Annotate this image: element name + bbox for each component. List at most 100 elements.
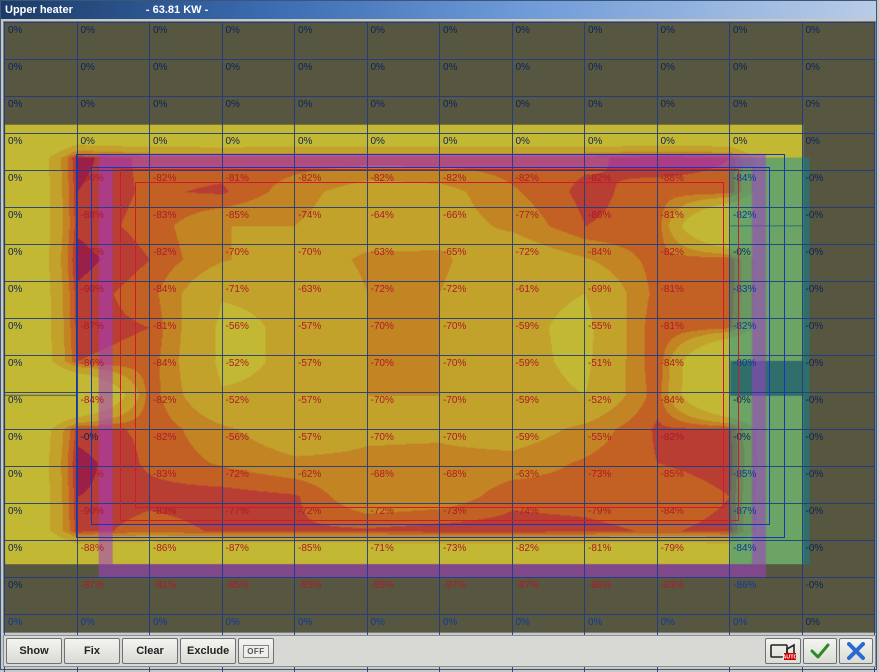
zone-cell[interactable]: 0% (77, 97, 150, 134)
zone-cell[interactable]: -72% (295, 504, 368, 541)
zone-cell[interactable]: 0% (440, 60, 513, 97)
confirm-button[interactable] (803, 638, 837, 664)
zone-cell[interactable]: 0% (730, 23, 803, 60)
zone-cell[interactable]: 0% (585, 23, 658, 60)
zone-cell[interactable]: -69% (585, 282, 658, 319)
zone-cell[interactable]: 0% (512, 134, 585, 171)
zone-cell[interactable]: -85% (295, 541, 368, 578)
zone-cell[interactable]: -81% (150, 319, 223, 356)
zone-cell[interactable]: -63% (512, 467, 585, 504)
zone-cell[interactable]: -0% (802, 578, 875, 615)
zone-cell[interactable]: -85% (222, 578, 295, 615)
zone-cell[interactable]: -83% (657, 578, 730, 615)
zone-cell[interactable]: 0% (657, 23, 730, 60)
zone-cell[interactable]: -73% (440, 541, 513, 578)
zone-cell[interactable]: -72% (367, 282, 440, 319)
fix-button[interactable]: Fix (64, 638, 120, 664)
zone-cell[interactable]: -57% (295, 430, 368, 467)
clear-button[interactable]: Clear (122, 638, 178, 664)
exclude-button[interactable]: Exclude (180, 638, 236, 664)
zone-cell[interactable]: -84% (657, 393, 730, 430)
zone-cell[interactable]: 0% (5, 60, 78, 97)
zone-cell[interactable]: -51% (585, 356, 658, 393)
zone-cell[interactable]: 0% (512, 97, 585, 134)
zone-cell[interactable]: -90% (77, 504, 150, 541)
zone-cell[interactable]: 0% (150, 60, 223, 97)
zone-cell[interactable]: -0% (802, 541, 875, 578)
zone-cell[interactable]: -74% (512, 504, 585, 541)
zone-cell[interactable]: -82% (512, 541, 585, 578)
zone-cell[interactable]: 0% (222, 134, 295, 171)
zone-cell[interactable]: 0% (77, 134, 150, 171)
zone-cell[interactable]: 0% (367, 60, 440, 97)
zone-cell[interactable]: -56% (222, 430, 295, 467)
zone-cell[interactable]: 0% (5, 282, 78, 319)
zone-cell[interactable]: 0% (367, 97, 440, 134)
zone-cell[interactable]: 0% (295, 97, 368, 134)
zone-cell[interactable]: -55% (585, 430, 658, 467)
zone-cell[interactable]: -70% (367, 319, 440, 356)
zone-cell[interactable]: -82% (150, 245, 223, 282)
zone-cell[interactable]: -90% (77, 282, 150, 319)
zone-cell[interactable]: -85% (367, 578, 440, 615)
zone-cell[interactable]: -88% (77, 208, 150, 245)
zone-cell[interactable]: -82% (150, 430, 223, 467)
zone-cell[interactable]: -68% (367, 467, 440, 504)
zone-cell[interactable]: 0% (585, 60, 658, 97)
zone-cell[interactable]: -83% (150, 504, 223, 541)
zone-cell[interactable]: 0% (440, 97, 513, 134)
zone-cell[interactable]: -84% (77, 393, 150, 430)
zone-cell[interactable]: 0% (222, 97, 295, 134)
off-toggle[interactable]: OFF (238, 638, 274, 664)
zone-cell[interactable]: -72% (512, 245, 585, 282)
zone-cell[interactable]: 0% (150, 134, 223, 171)
zone-cell[interactable]: 0% (5, 504, 78, 541)
zone-cell[interactable]: -85% (295, 578, 368, 615)
zone-cell[interactable]: -70% (222, 245, 295, 282)
zone-cell[interactable]: 0% (5, 541, 78, 578)
zone-cell[interactable]: -0% (802, 319, 875, 356)
zone-cell[interactable]: -80% (730, 356, 803, 393)
zone-cell[interactable]: -81% (657, 282, 730, 319)
zone-cell[interactable]: 0% (730, 60, 803, 97)
zone-cell[interactable]: -87% (77, 578, 150, 615)
zone-cell[interactable]: 0% (77, 23, 150, 60)
zone-cell[interactable]: 0% (512, 60, 585, 97)
zone-grid[interactable]: 0%0%0%0%0%0%0%0%0%0%0%0%0%0%0%0%0%0%0%0%… (4, 22, 875, 672)
zone-cell[interactable]: -84% (150, 282, 223, 319)
zone-cell[interactable]: -0% (802, 171, 875, 208)
zone-cell[interactable]: 0% (367, 134, 440, 171)
zone-cell[interactable]: 0% (802, 134, 875, 171)
zone-cell[interactable]: -87% (222, 541, 295, 578)
zone-cell[interactable]: 0% (585, 97, 658, 134)
zone-cell[interactable]: -68% (440, 467, 513, 504)
zone-cell[interactable]: -81% (657, 208, 730, 245)
zone-cell[interactable]: -0% (802, 208, 875, 245)
zone-cell[interactable]: -82% (440, 171, 513, 208)
zone-cell[interactable]: -64% (367, 208, 440, 245)
zone-cell[interactable]: -59% (512, 319, 585, 356)
zone-cell[interactable]: 0% (5, 467, 78, 504)
zone-cell[interactable]: -83% (150, 467, 223, 504)
zone-cell[interactable]: -66% (440, 208, 513, 245)
zone-cell[interactable]: -82% (585, 171, 658, 208)
zone-cell[interactable]: 0% (5, 245, 78, 282)
zone-cell[interactable]: -86% (77, 467, 150, 504)
zone-cell[interactable]: 0% (222, 23, 295, 60)
zone-cell[interactable]: -72% (367, 504, 440, 541)
zone-cell[interactable]: -0% (730, 393, 803, 430)
zone-cell[interactable]: -84% (730, 171, 803, 208)
zone-cell[interactable]: -65% (440, 245, 513, 282)
zone-cell[interactable]: -0% (730, 245, 803, 282)
zone-cell[interactable]: 0% (5, 134, 78, 171)
zone-cell[interactable]: -59% (512, 430, 585, 467)
zone-cell[interactable]: -52% (222, 356, 295, 393)
zone-cell[interactable]: -87% (77, 245, 150, 282)
zone-cell[interactable]: -81% (222, 171, 295, 208)
zone-cell[interactable]: -84% (730, 541, 803, 578)
zone-cell[interactable]: 0% (295, 60, 368, 97)
zone-cell[interactable]: -0% (802, 393, 875, 430)
zone-cell[interactable]: 0% (295, 134, 368, 171)
camera-auto-button[interactable]: AUTO (765, 638, 801, 664)
zone-cell[interactable]: 0% (5, 393, 78, 430)
